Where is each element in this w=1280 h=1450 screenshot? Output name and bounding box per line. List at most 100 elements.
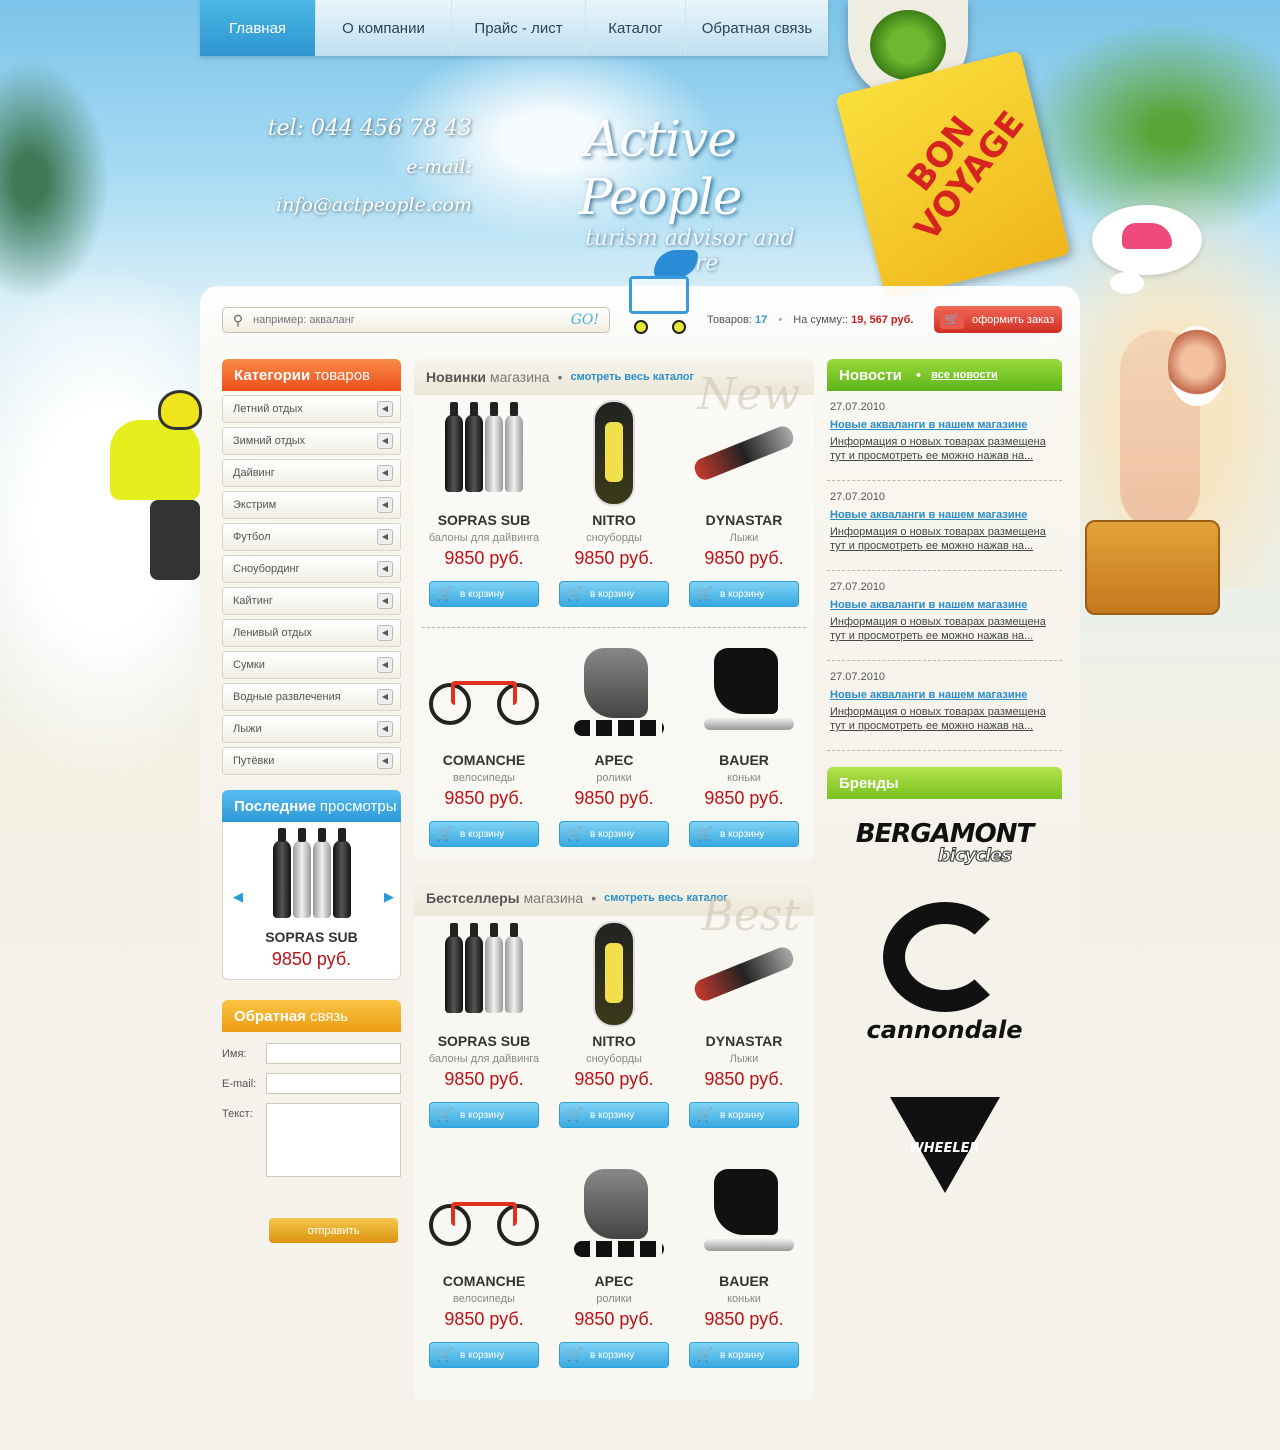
nav-home[interactable]: Главная [200, 0, 316, 56]
add-to-cart-button[interactable]: 🛒 в корзину [429, 581, 539, 607]
product-name[interactable]: COMANCHE [419, 1273, 549, 1289]
snowboard-image[interactable] [549, 395, 679, 510]
product-name[interactable]: SOPRAS SUB [419, 512, 549, 528]
news-title-link[interactable]: Новые акваланги в нашем магазине [830, 599, 1059, 611]
logo-name: Active People [578, 110, 743, 226]
roller-skates-image[interactable] [549, 635, 679, 750]
category-item[interactable]: Сумки ◀ [222, 651, 401, 679]
email-field[interactable] [266, 1073, 401, 1094]
category-item[interactable]: Зимний отдых ◀ [222, 427, 401, 455]
category-item[interactable]: Экстрим ◀ [222, 491, 401, 519]
product-price: 9850 руб. [704, 1309, 784, 1329]
bicycle-image[interactable] [419, 635, 549, 750]
category-item[interactable]: Ленивый отдых ◀ [222, 619, 401, 647]
category-label: Дайвинг [233, 467, 275, 479]
product-category: ролики [596, 1293, 632, 1305]
product-card: NITRO сноуборды 9850 руб. 🛒 в корзину [549, 916, 679, 1128]
news-description[interactable]: Информация о новых товарах размещена тут… [830, 525, 1059, 553]
category-item[interactable]: Кайтинг ◀ [222, 587, 401, 615]
view-catalog-link[interactable]: смотреть весь каталог [570, 371, 694, 383]
product-category: сноуборды [586, 532, 642, 544]
news-description[interactable]: Информация о новых товарах размещена тут… [830, 705, 1059, 733]
send-button[interactable]: отправить [269, 1218, 398, 1243]
add-to-cart-button[interactable]: 🛒 в корзину [559, 581, 669, 607]
chevron-left-icon: ◀ [377, 625, 393, 641]
skis-image[interactable] [679, 395, 809, 510]
bicycle-image[interactable] [419, 1156, 549, 1271]
category-item[interactable]: Футбол ◀ [222, 523, 401, 551]
product-name[interactable]: DYNASTAR [679, 1033, 809, 1049]
nav-price-list[interactable]: Прайс - лист [452, 0, 586, 56]
product-name[interactable]: APEC [549, 752, 679, 768]
header-contacts: tel: 044 456 78 43 e-mail: info@actpeopl… [222, 110, 472, 224]
add-to-cart-button[interactable]: 🛒 в корзину [689, 1102, 799, 1128]
category-item[interactable]: Летний отдых ◀ [222, 395, 401, 423]
add-to-cart-button[interactable]: 🛒 в корзину [429, 1102, 539, 1128]
add-to-cart-button[interactable]: 🛒 в корзину [689, 821, 799, 847]
bestsellers-section: Бестселлеры магазина • смотреть весь ката… [414, 880, 814, 1400]
product-name[interactable]: DYNASTAR [679, 512, 809, 528]
add-to-cart-button[interactable]: 🛒 в корзину [689, 581, 799, 607]
all-news-link[interactable]: все новости [931, 369, 998, 381]
roller-skates-image[interactable] [549, 1156, 679, 1271]
category-item[interactable]: Путёвки ◀ [222, 747, 401, 775]
category-item[interactable]: Водные развлечения ◀ [222, 683, 401, 711]
add-to-cart-button[interactable]: 🛒 в корзину [429, 821, 539, 847]
nav-catalog[interactable]: Каталог [586, 0, 686, 56]
recent-product[interactable]: SOPRAS SUB 9850 руб. [223, 828, 400, 970]
news-date: 27.07.2010 [830, 581, 886, 593]
category-item[interactable]: Лыжи ◀ [222, 715, 401, 743]
category-label: Кайтинг [233, 595, 273, 607]
add-to-cart-button[interactable]: 🛒 в корзину [429, 1342, 539, 1368]
checkout-button[interactable]: 🛒 оформить заказ [934, 306, 1062, 333]
brands-title: Бренды [827, 767, 1062, 799]
phone-text: tel: 044 456 78 43 [267, 116, 472, 141]
product-name[interactable]: BAUER [679, 752, 809, 768]
nav-about[interactable]: О компании [316, 0, 452, 56]
diving-tanks-image[interactable] [419, 916, 549, 1031]
product-name[interactable]: NITRO [549, 512, 679, 528]
product-name[interactable]: SOPRAS SUB [419, 1033, 549, 1049]
wheeler-logo[interactable]: WHEELER [827, 1097, 1062, 1193]
snowboard-image[interactable] [549, 916, 679, 1031]
message-field[interactable] [266, 1103, 401, 1177]
add-to-cart-button[interactable]: 🛒 в корзину [689, 1342, 799, 1368]
category-label: Зимний отдых [233, 435, 306, 447]
add-to-cart-button[interactable]: 🛒 в корзину [559, 821, 669, 847]
product-card: NITRO сноуборды 9850 руб. 🛒 в корзину [549, 395, 679, 607]
product-price: 9850 руб. [704, 548, 784, 568]
nav-feedback[interactable]: Обратная связь [686, 0, 828, 56]
news-title-link[interactable]: Новые акваланги в нашем магазине [830, 509, 1059, 521]
category-item[interactable]: Сноубординг ◀ [222, 555, 401, 583]
cart-icon: 🛒 [436, 1347, 454, 1362]
search-go-button[interactable]: GO! [571, 312, 609, 328]
product-price: 9850 руб. [574, 1309, 654, 1329]
category-item[interactable]: Дайвинг ◀ [222, 459, 401, 487]
product-name[interactable]: APEC [549, 1273, 679, 1289]
search-icon: ⚲ [232, 311, 244, 328]
news-title-link[interactable]: Новые акваланги в нашем магазине [830, 689, 1059, 701]
name-field[interactable] [266, 1043, 401, 1064]
skis-image[interactable] [679, 916, 809, 1031]
ice-skates-image[interactable] [679, 1156, 809, 1271]
diving-tanks-image [223, 828, 400, 927]
diving-tanks-image[interactable] [419, 395, 549, 510]
product-category: велосипеды [453, 772, 515, 784]
product-name[interactable]: NITRO [549, 1033, 679, 1049]
search-input[interactable] [253, 314, 571, 326]
ice-skates-image[interactable] [679, 635, 809, 750]
category-label: Сноубординг [233, 563, 300, 575]
product-name[interactable]: BAUER [679, 1273, 809, 1289]
news-description[interactable]: Информация о новых товарах размещена тут… [830, 435, 1059, 463]
news-description[interactable]: Информация о новых товарах размещена тут… [830, 615, 1059, 643]
news-title-link[interactable]: Новые акваланги в нашем магазине [830, 419, 1059, 431]
category-label: Путёвки [233, 755, 275, 767]
cannondale-logo[interactable]: cannondale [827, 902, 1062, 1044]
add-to-cart-button[interactable]: 🛒 в корзину [559, 1342, 669, 1368]
product-price: 9850 руб. [704, 1069, 784, 1089]
add-to-cart-button[interactable]: 🛒 в корзину [559, 1102, 669, 1128]
product-price: 9850 руб. [444, 1309, 524, 1329]
bergamont-logo[interactable]: BERGAMONT bicycles [827, 819, 1062, 867]
product-name[interactable]: COMANCHE [419, 752, 549, 768]
news-title: Новости • все новости [827, 359, 1062, 391]
